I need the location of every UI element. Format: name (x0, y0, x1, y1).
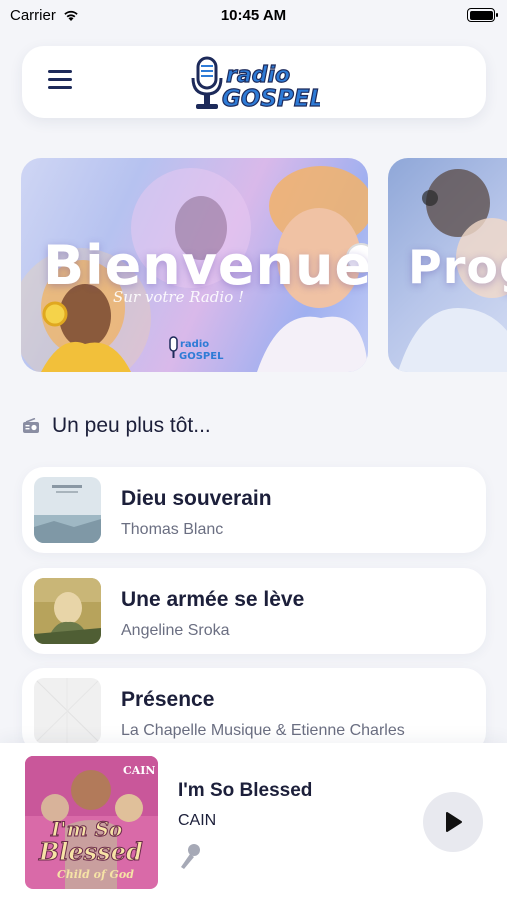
song-artist: Angeline Sroka (121, 622, 230, 639)
radio-icon (23, 418, 39, 433)
carousel-slide-programme[interactable]: Prog (388, 158, 507, 372)
song-cover (34, 578, 101, 644)
song-card[interactable]: Dieu souverain Thomas Blanc (22, 467, 486, 553)
app-header: radio GOSPEL (22, 46, 486, 118)
song-artist: Thomas Blanc (121, 521, 224, 538)
play-icon (446, 812, 462, 832)
now-playing-title: I'm So Blessed (178, 780, 313, 801)
song-cover (34, 678, 101, 744)
song-card[interactable]: Une armée se lève Angeline Sroka (22, 568, 486, 654)
section-title: Un peu plus tôt... (52, 414, 211, 437)
status-bar: Carrier 10:45 AM (0, 0, 507, 30)
carousel-slide-welcome[interactable]: Bienvenue Sur votre Radio ! radio GOSPEL (21, 158, 368, 372)
cover-text-bottom: Child of God (57, 868, 134, 881)
play-button[interactable] (423, 792, 483, 852)
now-playing-artist: CAIN (178, 812, 217, 829)
slide-logo: radio GOSPEL (169, 336, 224, 362)
hamburger-menu-icon[interactable] (48, 70, 72, 92)
song-cover (34, 477, 101, 543)
song-title: Présence (121, 688, 215, 711)
song-card[interactable]: Présence La Chapelle Musique & Etienne C… (22, 668, 486, 754)
slide-subtitle: Sur votre Radio ! (113, 288, 245, 306)
song-artist: La Chapelle Musique & Etienne Charles (121, 722, 405, 739)
song-title: Dieu souverain (121, 487, 272, 510)
svg-text:radio: radio (180, 339, 209, 350)
now-playing-cover: I'm So Blessed Child of God CAIN (25, 756, 158, 889)
song-title: Une armée se lève (121, 588, 305, 611)
battery-icon (467, 8, 498, 22)
wifi-icon (64, 10, 78, 21)
svg-text:GOSPEL: GOSPEL (179, 351, 224, 362)
slide-title: Prog (408, 240, 507, 294)
cover-text-mid: Blessed (38, 837, 143, 866)
radio-gospel-logo: radio GOSPEL (191, 56, 320, 112)
microphone-icon[interactable] (178, 843, 202, 871)
now-playing-bar: I'm So Blessed Child of God CAIN I'm So … (0, 743, 507, 900)
logo-text-bottom: GOSPEL (222, 86, 320, 112)
cover-badge: CAIN (123, 764, 156, 777)
carrier-label: Carrier (10, 6, 56, 24)
logo-text-top: radio (226, 63, 290, 88)
status-left: Carrier (10, 7, 80, 24)
section-header: Un peu plus tôt... (22, 414, 211, 438)
banner-carousel[interactable]: Bienvenue Sur votre Radio ! radio GOSPEL… (21, 158, 507, 372)
